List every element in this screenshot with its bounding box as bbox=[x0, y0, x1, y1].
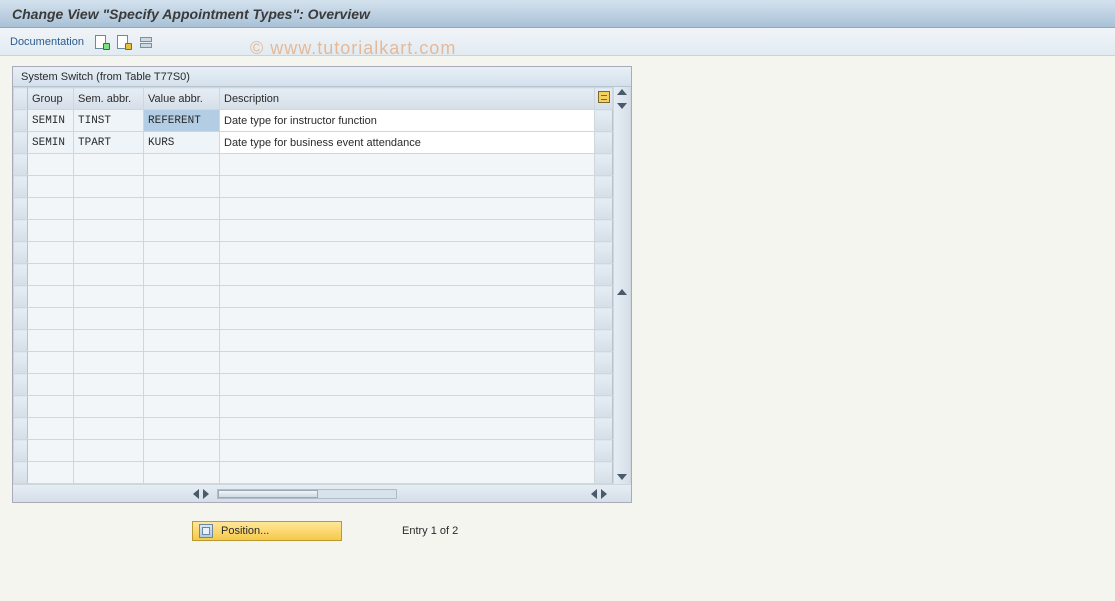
panel-title: System Switch (from Table T77S0) bbox=[13, 67, 631, 87]
col-header-val[interactable]: Value abbr. bbox=[144, 88, 220, 110]
row-selector-header bbox=[14, 88, 28, 110]
toolbar: Documentation bbox=[0, 28, 1115, 56]
documentation-link[interactable]: Documentation bbox=[10, 36, 84, 48]
col-header-sem[interactable]: Sem. abbr. bbox=[74, 88, 144, 110]
grid-wrap: Group Sem. abbr. Value abbr. Description… bbox=[13, 87, 631, 484]
scroll-up-small-icon[interactable] bbox=[617, 289, 627, 295]
scroll-down-small-icon[interactable] bbox=[617, 103, 627, 109]
content-area: System Switch (from Table T77S0) Group S… bbox=[0, 56, 1115, 551]
cell-group[interactable]: SEMIN bbox=[28, 132, 74, 154]
vertical-scrollbar[interactable] bbox=[613, 87, 631, 484]
cell-val[interactable]: KURS bbox=[144, 132, 220, 154]
table-options-icon bbox=[598, 91, 610, 103]
empty-row bbox=[14, 308, 613, 330]
scroll-left-icon[interactable] bbox=[193, 489, 199, 499]
page-title: Change View "Specify Appointment Types":… bbox=[12, 6, 370, 22]
cell-desc[interactable]: Date type for instructor function bbox=[220, 110, 595, 132]
empty-row bbox=[14, 176, 613, 198]
empty-row bbox=[14, 440, 613, 462]
cell-group[interactable]: SEMIN bbox=[28, 110, 74, 132]
row-selector[interactable] bbox=[14, 110, 28, 132]
export-icon[interactable] bbox=[116, 34, 132, 50]
table-row[interactable]: SEMIN TPART KURS Date type for business … bbox=[14, 132, 613, 154]
empty-row bbox=[14, 154, 613, 176]
cell-sem[interactable]: TINST bbox=[74, 110, 144, 132]
cell-val[interactable]: REFERENT bbox=[144, 110, 220, 132]
empty-row bbox=[14, 462, 613, 484]
grid-table: Group Sem. abbr. Value abbr. Description… bbox=[13, 87, 613, 484]
row-selector[interactable] bbox=[14, 132, 28, 154]
import-icon[interactable] bbox=[94, 34, 110, 50]
hscroll-track[interactable] bbox=[217, 489, 397, 499]
empty-row bbox=[14, 242, 613, 264]
cell-desc[interactable]: Date type for business event attendance bbox=[220, 132, 595, 154]
col-header-group[interactable]: Group bbox=[28, 88, 74, 110]
position-label: Position... bbox=[221, 525, 269, 537]
row-trail bbox=[595, 110, 613, 132]
footer-row: Position... Entry 1 of 2 bbox=[12, 503, 1103, 541]
empty-row bbox=[14, 264, 613, 286]
scroll-up-icon[interactable] bbox=[617, 89, 627, 95]
empty-row bbox=[14, 286, 613, 308]
scroll-right-icon[interactable] bbox=[203, 489, 209, 499]
cell-sem[interactable]: TPART bbox=[74, 132, 144, 154]
empty-row bbox=[14, 352, 613, 374]
empty-row bbox=[14, 396, 613, 418]
title-bar: Change View "Specify Appointment Types":… bbox=[0, 0, 1115, 28]
grid-body: SEMIN TINST REFERENT Date type for instr… bbox=[14, 110, 613, 484]
scroll-left-end-icon[interactable] bbox=[591, 489, 597, 499]
table-view-icon[interactable] bbox=[138, 34, 154, 50]
row-trail bbox=[595, 132, 613, 154]
position-button[interactable]: Position... bbox=[192, 521, 342, 541]
table-panel: System Switch (from Table T77S0) Group S… bbox=[12, 66, 632, 503]
empty-row bbox=[14, 220, 613, 242]
entry-info: Entry 1 of 2 bbox=[402, 525, 458, 537]
table-options-header[interactable] bbox=[595, 88, 613, 110]
table-row[interactable]: SEMIN TINST REFERENT Date type for instr… bbox=[14, 110, 613, 132]
empty-row bbox=[14, 330, 613, 352]
header-row: Group Sem. abbr. Value abbr. Description bbox=[14, 88, 613, 110]
horizontal-scrollbar[interactable] bbox=[13, 484, 631, 502]
scroll-down-icon[interactable] bbox=[617, 474, 627, 480]
scroll-right-end-icon[interactable] bbox=[601, 489, 607, 499]
empty-row bbox=[14, 418, 613, 440]
col-header-desc[interactable]: Description bbox=[220, 88, 595, 110]
empty-row bbox=[14, 374, 613, 396]
hscroll-thumb[interactable] bbox=[218, 490, 318, 498]
position-icon bbox=[199, 524, 213, 538]
empty-row bbox=[14, 198, 613, 220]
